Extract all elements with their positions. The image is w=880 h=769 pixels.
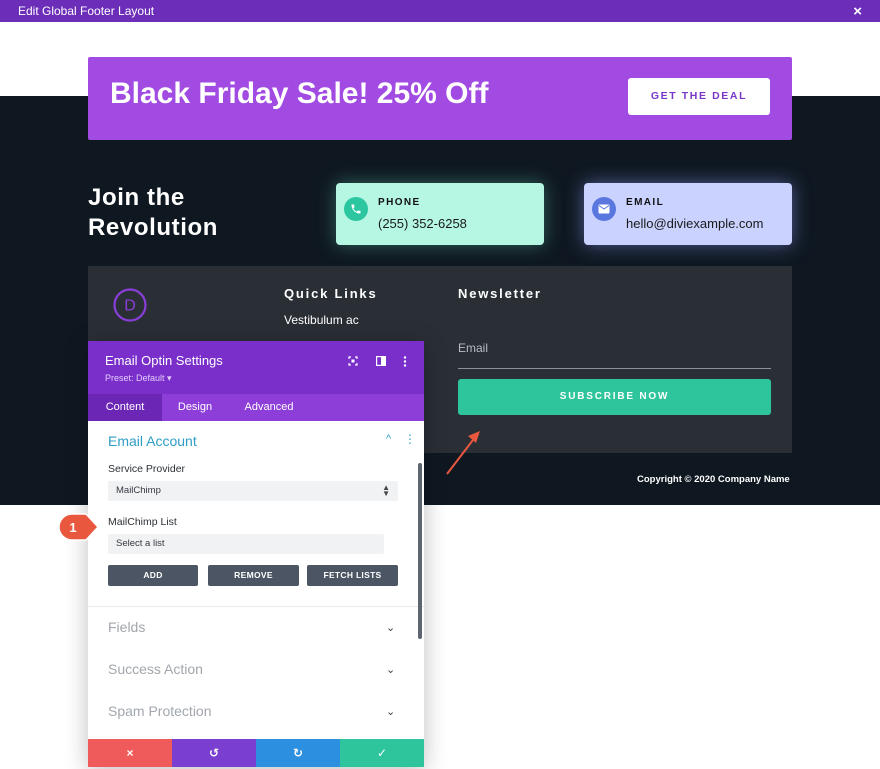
modal-header: Email Optin Settings Preset: Default ▾ [88,341,424,394]
email-optin-settings-modal: Email Optin Settings Preset: Default ▾ C… [88,341,424,767]
preset-selector[interactable]: Preset: Default ▾ [105,373,172,384]
email-value: hello@diviexample.com [626,216,764,231]
quick-links-title: Quick Links [284,286,378,301]
remove-button[interactable]: REMOVE [208,565,299,586]
sale-banner: Black Friday Sale! 25% Off GET THE DEAL [88,57,792,140]
divi-logo-letter: D [124,298,136,315]
phone-value: (255) 352-6258 [378,216,467,231]
annotation-arrow-icon [446,431,480,475]
window-title: Edit Global Footer Layout [18,4,155,18]
subscribe-button[interactable]: SUBSCRIBE NOW [458,379,771,415]
callout-badge: 1 [58,513,100,541]
chevron-up-icon[interactable]: ^ [386,433,391,445]
email-account-section-title[interactable]: Email Account [108,433,197,449]
phone-label: PHONE [378,197,421,208]
section-options-icon[interactable]: ⋮ [404,432,416,446]
divi-logo: D [113,288,147,322]
get-the-deal-button[interactable]: GET THE DEAL [628,78,770,115]
service-provider-label: Service Provider [108,463,186,475]
fetch-lists-button[interactable]: FETCH LISTS [307,565,398,586]
join-heading: Join the Revolution [88,183,218,243]
success-action-section-title[interactable]: Success Action [108,661,203,677]
split-view-icon[interactable] [374,354,388,368]
undo-button[interactable]: ↺ [172,739,256,767]
page-root: Edit Global Footer Layout × Black Friday… [0,0,880,769]
service-provider-value: MailChimp [116,485,161,496]
email-card: EMAIL hello@diviexample.com [584,183,792,245]
banner-headline: Black Friday Sale! 25% Off [110,77,489,110]
tab-design[interactable]: Design [168,394,222,421]
modal-scrollbar[interactable] [418,463,422,639]
envelope-icon [592,197,616,221]
service-provider-select[interactable]: MailChimp ▲ ▼ [108,481,398,501]
mailchimp-list-value: Select a list [116,538,165,549]
chevron-down-icon[interactable]: ⌄ [386,663,395,676]
chevron-down-icon[interactable]: ⌄ [386,705,395,718]
save-button[interactable]: ✓ [340,739,424,767]
window-title-bar: Edit Global Footer Layout × [0,0,880,22]
modal-title: Email Optin Settings [105,353,223,368]
fullscreen-icon[interactable] [346,354,360,368]
copyright-text: Copyright © 2020 Company Name [637,474,790,485]
phone-card: PHONE (255) 352-6258 [336,183,544,245]
more-options-icon[interactable] [398,354,412,368]
tab-advanced[interactable]: Advanced [236,394,302,421]
modal-tabs: Content Design Advanced [88,394,424,421]
mailchimp-list-select[interactable]: Select a list [108,534,384,554]
phone-icon [344,197,368,221]
fields-section-title[interactable]: Fields [108,619,145,635]
email-label: EMAIL [626,197,665,208]
add-button[interactable]: ADD [108,565,198,586]
modal-body: Email Account ^ ⋮ Service Provider MailC… [88,421,424,739]
discard-button[interactable]: × [88,739,172,767]
join-heading-line1: Join the [88,184,185,211]
newsletter-title: Newsletter [458,286,542,301]
callout-number: 1 [69,520,76,535]
join-heading-line2: Revolution [88,214,218,241]
chevron-down-icon[interactable]: ⌄ [386,621,395,634]
close-icon[interactable]: × [853,3,862,20]
spam-protection-section-title[interactable]: Spam Protection [108,703,212,719]
modal-footer: × ↺ ↻ ✓ [88,739,424,767]
quick-link-item[interactable]: Vestibulum ac [284,313,359,327]
section-divider [88,606,424,607]
redo-button[interactable]: ↻ [256,739,340,767]
select-arrows-icon: ▲ ▼ [382,483,390,498]
mailchimp-list-label: MailChimp List [108,516,177,528]
newsletter-email-input[interactable]: Email [458,335,771,369]
tab-content[interactable]: Content [88,394,162,421]
